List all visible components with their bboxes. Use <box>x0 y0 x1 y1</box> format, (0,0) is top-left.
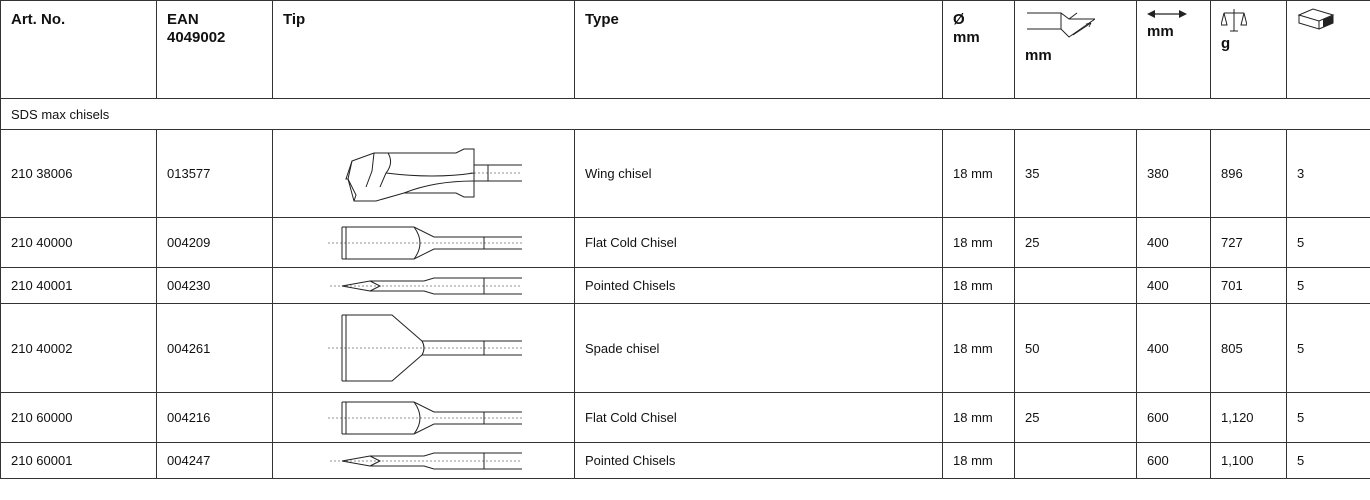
art-no-cell: 210 60001 <box>0 442 157 479</box>
scale-icon <box>1221 9 1247 32</box>
length-cell: 400 <box>1136 267 1211 304</box>
package-cell: 5 <box>1286 217 1370 268</box>
type-cell: Wing chisel <box>574 129 943 218</box>
package-cell: 3 <box>1286 129 1370 218</box>
weight-cell: 896 <box>1210 129 1287 218</box>
type-cell: Flat Cold Chisel <box>574 392 943 443</box>
diameter-cell: 18 mm <box>942 392 1015 443</box>
package-header <box>1286 0 1370 99</box>
table-header-row: Art. No. EAN 4049002 Tip Type Ø mm mm mm… <box>0 0 1370 99</box>
length-header: mm <box>1136 0 1211 99</box>
product-table: Art. No. EAN 4049002 Tip Type Ø mm mm mm… <box>0 0 1370 479</box>
art-no-cell: 210 60000 <box>0 392 157 443</box>
pointed-chisel-icon <box>329 277 522 294</box>
wing-chisel-icon <box>344 148 522 201</box>
length-cell: 600 <box>1136 392 1211 443</box>
ean-cell: 004209 <box>156 217 273 268</box>
ean-header: EAN 4049002 <box>156 0 273 99</box>
art-no-cell: 210 40001 <box>0 267 157 304</box>
package-box-icon <box>1297 8 1335 30</box>
package-cell: 5 <box>1286 303 1370 393</box>
weight-unit: g <box>1221 35 1231 52</box>
tip-header: Tip <box>272 0 575 99</box>
table-row: 210 40002 004261 Spade chisel 18 mm 50 4… <box>0 303 1370 393</box>
flat-chisel-icon <box>327 226 522 259</box>
type-cell: Spade chisel <box>574 303 943 393</box>
width-cell <box>1014 267 1137 304</box>
ean-cell: 013577 <box>156 129 273 218</box>
type-cell: Pointed Chisels <box>574 267 943 304</box>
length-cell: 400 <box>1136 217 1211 268</box>
art-no-cell: 210 40000 <box>0 217 157 268</box>
length-cell: 400 <box>1136 303 1211 393</box>
diameter-cell: 18 mm <box>942 303 1015 393</box>
diameter-cell: 18 mm <box>942 442 1015 479</box>
width-cell <box>1014 442 1137 479</box>
weight-cell: 1,100 <box>1210 442 1287 479</box>
diameter-unit: mm <box>953 29 980 46</box>
tip-cell <box>272 217 575 268</box>
weight-cell: 805 <box>1210 303 1287 393</box>
weight-cell: 1,120 <box>1210 392 1287 443</box>
ean-cell: 004261 <box>156 303 273 393</box>
diameter-cell: 18 mm <box>942 217 1015 268</box>
flat-chisel-icon <box>327 401 522 434</box>
tip-cell <box>272 442 575 479</box>
art-no-cell: 210 38006 <box>0 129 157 218</box>
width-cell: 25 <box>1014 392 1137 443</box>
type-header: Type <box>574 0 943 99</box>
length-arrows-icon <box>1147 10 1187 18</box>
length-cell: 600 <box>1136 442 1211 479</box>
art-no-cell: 210 40002 <box>0 303 157 393</box>
package-cell: 5 <box>1286 392 1370 443</box>
tip-cell <box>272 129 575 218</box>
tip-cell <box>272 303 575 393</box>
width-cell: 25 <box>1014 217 1137 268</box>
section-row: SDS max chisels <box>0 98 1370 130</box>
width-cell: 50 <box>1014 303 1137 393</box>
section-title: SDS max chisels <box>0 98 1370 130</box>
width-cell: 35 <box>1014 129 1137 218</box>
weight-cell: 701 <box>1210 267 1287 304</box>
table-row: 210 40001 004230 Pointed Chisels 18 mm 4… <box>0 267 1370 304</box>
diameter-header: Ø mm <box>942 0 1015 99</box>
spade-chisel-icon <box>327 314 522 382</box>
package-cell: 5 <box>1286 442 1370 479</box>
table-row: 210 60000 004216 Flat Cold Chisel 18 mm … <box>0 392 1370 443</box>
table-row: 210 60001 004247 Pointed Chisels 18 mm 6… <box>0 442 1370 479</box>
type-cell: Flat Cold Chisel <box>574 217 943 268</box>
length-unit: mm <box>1147 23 1174 40</box>
art-no-header: Art. No. <box>0 0 157 99</box>
ean-cell: 004247 <box>156 442 273 479</box>
tip-cell <box>272 267 575 304</box>
chisel-blade-width-icon <box>1027 12 1095 38</box>
ean-header-prefix: 4049002 <box>167 29 226 46</box>
width-unit: mm <box>1025 47 1052 64</box>
table-row: 210 38006 013577 Wing chisel 18 mm 35 38… <box>0 129 1370 218</box>
weight-cell: 727 <box>1210 217 1287 268</box>
ean-header-label: EAN <box>167 11 199 28</box>
pointed-chisel-icon <box>329 452 522 469</box>
tip-cell <box>272 392 575 443</box>
length-cell: 380 <box>1136 129 1211 218</box>
ean-cell: 004216 <box>156 392 273 443</box>
package-cell: 5 <box>1286 267 1370 304</box>
diameter-cell: 18 mm <box>942 267 1015 304</box>
diameter-cell: 18 mm <box>942 129 1015 218</box>
ean-cell: 004230 <box>156 267 273 304</box>
diameter-symbol: Ø <box>953 11 965 28</box>
table-row: 210 40000 004209 Flat Cold Chisel 18 mm … <box>0 217 1370 268</box>
type-cell: Pointed Chisels <box>574 442 943 479</box>
weight-header: g <box>1210 0 1287 99</box>
width-header: mm <box>1014 0 1137 99</box>
